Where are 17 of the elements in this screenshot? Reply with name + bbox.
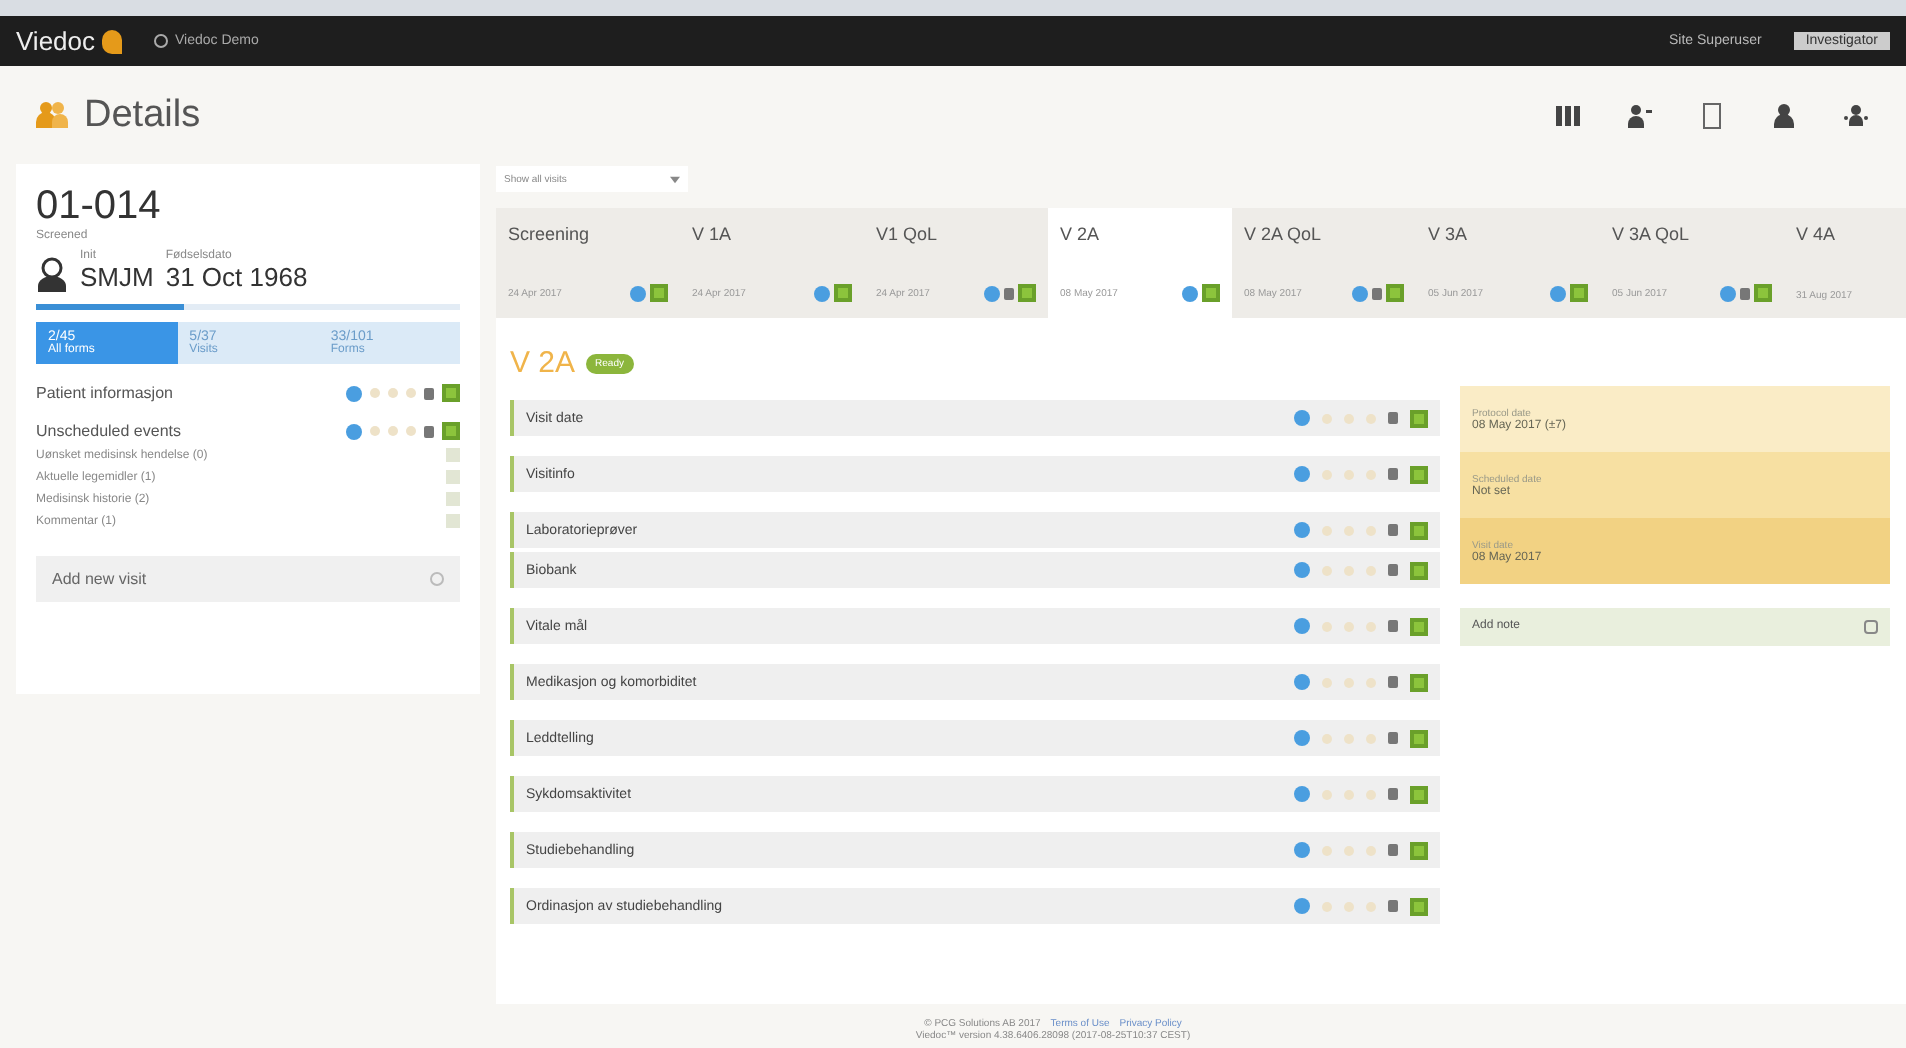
section-title[interactable]: Unscheduled events [36, 422, 181, 440]
visit-name: Screening [508, 224, 592, 244]
section-title[interactable]: Patient informasjon [36, 384, 173, 402]
visit-name: V 3A [1428, 224, 1470, 244]
initials-value: SMJM [80, 262, 154, 292]
visit-name: V 2A QoL [1244, 224, 1324, 244]
birth-date-value: 31 Oct 1968 [165, 262, 308, 292]
add-visit-button[interactable]: Add new visit [36, 556, 460, 602]
subject-id: 01-014 [36, 184, 163, 229]
visit-name: V 2A [1060, 224, 1102, 244]
visit-name: V 3A QoL [1612, 224, 1692, 244]
visit-name: V 1A [692, 224, 734, 244]
visit-title: V 2A [510, 346, 576, 380]
visit-name: V 4A [1796, 224, 1838, 244]
page-title: Details [84, 93, 201, 137]
logo-text: Viedoc [16, 26, 96, 56]
visit-name: V1 QoL [876, 224, 940, 244]
